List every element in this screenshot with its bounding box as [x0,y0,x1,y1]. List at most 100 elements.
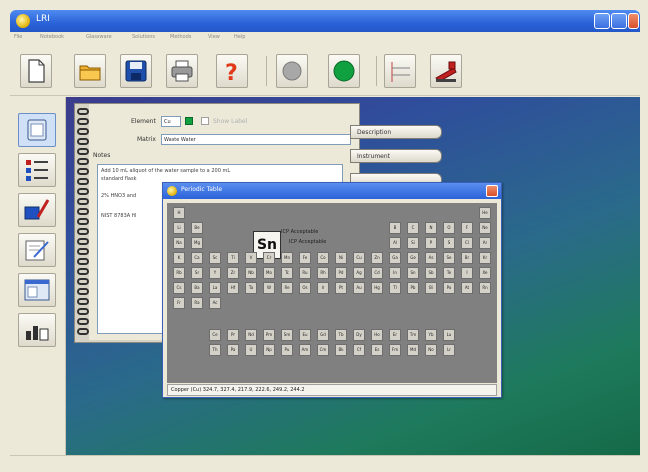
dialog-close-button[interactable] [486,185,498,197]
element-cell[interactable]: Sn [407,267,419,279]
close-button[interactable] [628,13,639,29]
menu-notebook[interactable]: Notebook [40,34,64,40]
element-cell[interactable]: La [209,282,221,294]
new-document-button[interactable] [20,54,52,88]
element-cell[interactable]: P [425,237,437,249]
list-tool-button[interactable] [18,153,56,187]
element-cell[interactable]: Ge [407,252,419,264]
element-cell[interactable]: Si [407,237,419,249]
element-cell[interactable]: Cl [461,237,473,249]
element-cell[interactable]: Pt [335,282,347,294]
save-button[interactable] [120,54,152,88]
element-cell[interactable]: Mo [263,267,275,279]
element-cell[interactable]: K [173,252,185,264]
element-cell[interactable]: Rb [173,267,185,279]
element-cell[interactable]: Ni [335,252,347,264]
actinide-cell[interactable]: Fm [389,344,401,356]
element-cell[interactable]: Kr [479,252,491,264]
actinide-cell[interactable]: Bk [335,344,347,356]
lanthanide-cell[interactable]: Sm [281,329,293,341]
element-cell[interactable]: Al [389,237,401,249]
maximize-button[interactable] [611,13,627,29]
element-cell[interactable]: Li [173,222,185,234]
menu-view[interactable]: View [208,34,220,40]
element-cell[interactable]: Sr [191,267,203,279]
element-cell[interactable]: Fr [173,297,185,309]
matrix-field[interactable]: Waste Water [161,134,351,145]
actinide-cell[interactable]: Pu [281,344,293,356]
element-cell[interactable]: Tl [389,282,401,294]
lanthanide-cell[interactable]: Yb [425,329,437,341]
element-cell[interactable]: Cs [173,282,185,294]
actinide-cell[interactable]: U [245,344,257,356]
element-dropdown-button[interactable] [185,117,193,125]
element-cell[interactable]: Sb [425,267,437,279]
element-cell[interactable]: He [479,207,491,219]
print-button[interactable] [166,54,198,88]
element-cell[interactable]: Ne [479,222,491,234]
element-cell[interactable]: In [389,267,401,279]
element-cell[interactable]: Na [173,237,185,249]
menu-file[interactable]: File [14,34,22,40]
notepad-tool-button[interactable] [18,233,56,267]
element-cell[interactable]: Ar [479,237,491,249]
menu-glassware[interactable]: Glassware [86,34,112,40]
element-cell[interactable]: N [425,222,437,234]
actinide-cell[interactable]: Am [299,344,311,356]
actinide-cell[interactable]: Pa [227,344,239,356]
tab-instrument[interactable]: Instrument [350,149,442,163]
notebook-view-button[interactable] [384,54,416,88]
lanthanide-cell[interactable]: Er [389,329,401,341]
lanthanide-cell[interactable]: Tm [407,329,419,341]
lanthanide-cell[interactable]: Lu [443,329,455,341]
actinide-cell[interactable]: Th [209,344,221,356]
go-button[interactable] [328,54,360,88]
element-cell[interactable]: Re [281,282,293,294]
menu-solutions[interactable]: Solutions [132,34,155,40]
element-cell[interactable]: V [245,252,257,264]
element-cell[interactable]: Cu [353,252,365,264]
element-cell[interactable]: As [425,252,437,264]
lanthanide-cell[interactable]: Pm [263,329,275,341]
lanthanide-cell[interactable]: Eu [299,329,311,341]
element-cell[interactable]: Rn [479,282,491,294]
menu-help[interactable]: Help [234,34,245,40]
actinide-cell[interactable]: Lr [443,344,455,356]
actinide-cell[interactable]: Cf [353,344,365,356]
element-cell[interactable]: I [461,267,473,279]
element-cell[interactable]: Ca [191,252,203,264]
actinide-cell[interactable]: Md [407,344,419,356]
element-cell[interactable]: Ti [227,252,239,264]
actinide-cell[interactable]: Cm [317,344,329,356]
element-cell[interactable]: Mg [191,237,203,249]
notebook-tool-button[interactable] [18,113,56,147]
element-cell[interactable]: Pb [407,282,419,294]
element-cell[interactable]: Ag [353,267,365,279]
lanthanide-cell[interactable]: Tb [335,329,347,341]
element-cell[interactable]: Cr [263,252,275,264]
element-cell[interactable]: S [443,237,455,249]
element-cell[interactable]: Tc [281,267,293,279]
element-cell[interactable]: Sc [209,252,221,264]
element-cell[interactable]: F [461,222,473,234]
element-cell[interactable]: Be [191,222,203,234]
element-field[interactable]: Cu [161,116,181,127]
show-label-checkbox[interactable] [201,117,209,125]
stapler-button[interactable] [430,54,462,88]
element-cell[interactable]: Mn [281,252,293,264]
element-cell[interactable]: H [173,207,185,219]
actinide-cell[interactable]: Es [371,344,383,356]
element-cell[interactable]: Zr [227,267,239,279]
element-cell[interactable]: Hg [371,282,383,294]
element-cell[interactable]: Ga [389,252,401,264]
element-cell[interactable]: Hf [227,282,239,294]
element-cell[interactable]: Os [299,282,311,294]
actinide-cell[interactable]: Np [263,344,275,356]
element-cell[interactable]: Cd [371,267,383,279]
element-cell[interactable]: At [461,282,473,294]
element-cell[interactable]: Ra [191,297,203,309]
element-cell[interactable]: Nb [245,267,257,279]
element-cell[interactable]: Ba [191,282,203,294]
element-cell[interactable]: W [263,282,275,294]
element-cell[interactable]: Rh [317,267,329,279]
